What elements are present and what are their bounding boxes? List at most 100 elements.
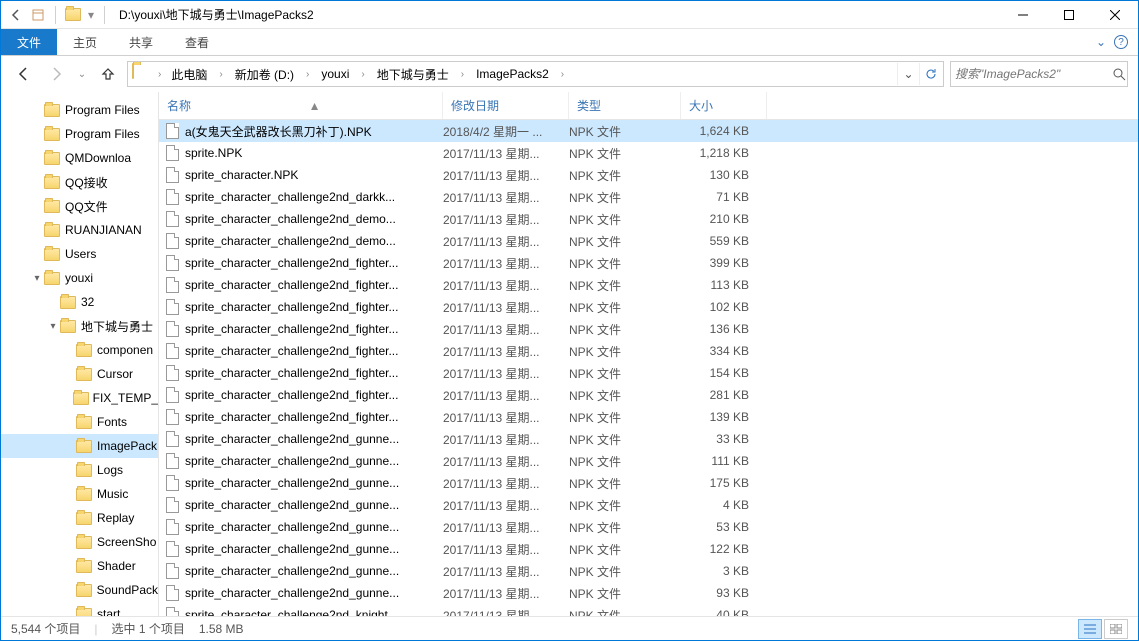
file-row[interactable]: sprite_character_challenge2nd_gunne...20… — [159, 428, 1138, 450]
nav-up-button[interactable] — [95, 61, 121, 87]
properties-icon[interactable] — [29, 6, 47, 24]
tree-item[interactable]: Users — [1, 242, 158, 266]
refresh-icon[interactable] — [919, 63, 941, 85]
help-icon[interactable]: ? — [1114, 35, 1128, 49]
chevron-right-icon[interactable]: › — [300, 69, 315, 80]
tree-item[interactable]: ImagePack — [1, 434, 158, 458]
file-row[interactable]: sprite_character.NPK2017/11/13 星期...NPK … — [159, 164, 1138, 186]
file-row[interactable]: sprite_character_challenge2nd_demo...201… — [159, 208, 1138, 230]
tab-view[interactable]: 查看 — [169, 29, 225, 55]
tree-item[interactable]: Fonts — [1, 410, 158, 434]
breadcrumb-segment[interactable]: ImagePacks2› — [470, 62, 570, 86]
chevron-right-icon[interactable]: › — [555, 69, 570, 80]
tree-item[interactable]: Program Files — [1, 98, 158, 122]
chevron-right-icon[interactable]: › — [455, 69, 470, 80]
tree-item[interactable]: ▾地下城与勇士 — [1, 314, 158, 338]
close-button[interactable] — [1092, 1, 1138, 29]
maximize-button[interactable] — [1046, 1, 1092, 29]
chevron-right-icon[interactable]: › — [355, 69, 370, 80]
address-bar[interactable]: › 此电脑›新加卷 (D:)›youxi›地下城与勇士›ImagePacks2›… — [127, 61, 944, 87]
breadcrumb-segment[interactable]: youxi› — [315, 62, 370, 86]
breadcrumb-segment[interactable]: 此电脑› — [165, 62, 228, 86]
tree-item[interactable]: Replay — [1, 506, 158, 530]
file-row[interactable]: sprite_character_challenge2nd_darkk...20… — [159, 186, 1138, 208]
tree-item[interactable]: componen — [1, 338, 158, 362]
nav-recent-button[interactable]: ⌄ — [75, 61, 89, 87]
folder-tree[interactable]: Program FilesProgram FilesQMDownloaQQ接收Q… — [1, 92, 159, 616]
folder-icon — [75, 534, 93, 550]
file-date: 2017/11/13 星期... — [443, 563, 569, 580]
file-row[interactable]: sprite_character_challenge2nd_gunne...20… — [159, 582, 1138, 604]
tree-item[interactable]: QQ文件 — [1, 194, 158, 218]
file-icon — [159, 519, 185, 535]
tree-item[interactable]: QQ接收 — [1, 170, 158, 194]
view-icons-button[interactable] — [1104, 619, 1128, 639]
file-row[interactable]: sprite_character_challenge2nd_fighter...… — [159, 340, 1138, 362]
tree-item[interactable]: RUANJIANAN — [1, 218, 158, 242]
file-type: NPK 文件 — [569, 343, 681, 360]
nav-back-button[interactable] — [11, 61, 37, 87]
tree-item[interactable]: ▾ youxi — [1, 266, 158, 290]
tree-item[interactable]: Logs — [1, 458, 158, 482]
search-icon[interactable] — [1112, 67, 1126, 81]
column-size[interactable]: 大小 — [681, 92, 767, 119]
chevron-right-icon[interactable]: › — [154, 69, 165, 80]
file-row[interactable]: sprite_character_challenge2nd_fighter...… — [159, 252, 1138, 274]
file-row[interactable]: sprite.NPK2017/11/13 星期...NPK 文件1,218 KB — [159, 142, 1138, 164]
qat-dropdown-icon[interactable]: ▾ — [86, 6, 96, 24]
tab-file[interactable]: 文件 — [1, 29, 57, 55]
search-box[interactable] — [950, 61, 1128, 87]
file-type: NPK 文件 — [569, 541, 681, 558]
file-row[interactable]: sprite_character_challenge2nd_demo...201… — [159, 230, 1138, 252]
file-row[interactable]: sprite_character_challenge2nd_fighter...… — [159, 274, 1138, 296]
tree-item[interactable]: FIX_TEMP_ — [1, 386, 158, 410]
breadcrumb-segment[interactable]: 地下城与勇士› — [371, 62, 470, 86]
file-row[interactable]: sprite_character_challenge2nd_gunne...20… — [159, 538, 1138, 560]
minimize-button[interactable] — [1000, 1, 1046, 29]
file-icon — [159, 299, 185, 315]
file-size: 1,218 KB — [681, 146, 757, 160]
tree-item[interactable]: QMDownloa — [1, 146, 158, 170]
file-row[interactable]: sprite_character_challenge2nd_fighter...… — [159, 384, 1138, 406]
file-row[interactable]: a(女鬼天全武器改长黑刀补丁).NPK2018/4/2 星期一 ...NPK 文… — [159, 120, 1138, 142]
file-icon — [159, 321, 185, 337]
file-row[interactable]: sprite_character_challenge2nd_gunne...20… — [159, 494, 1138, 516]
tree-item[interactable]: 32 — [1, 290, 158, 314]
tab-home[interactable]: 主页 — [57, 29, 113, 55]
breadcrumb-segment[interactable]: 新加卷 (D:)› — [229, 62, 316, 86]
column-name[interactable]: 名称▲ — [159, 92, 443, 119]
expand-icon[interactable]: ▾ — [47, 321, 59, 332]
file-row[interactable]: sprite_character_challenge2nd_gunne...20… — [159, 450, 1138, 472]
file-row[interactable]: sprite_character_challenge2nd_fighter...… — [159, 318, 1138, 340]
file-icon — [159, 343, 185, 359]
nav-back-small-icon[interactable] — [7, 6, 25, 24]
tree-item[interactable]: Cursor — [1, 362, 158, 386]
search-input[interactable] — [955, 67, 1112, 81]
tree-item-label: youxi — [65, 271, 93, 285]
tree-item[interactable]: Music — [1, 482, 158, 506]
tree-item[interactable]: Shader — [1, 554, 158, 578]
view-details-button[interactable] — [1078, 619, 1102, 639]
tree-item[interactable]: ScreenSho — [1, 530, 158, 554]
file-date: 2017/11/13 星期... — [443, 189, 569, 206]
file-type: NPK 文件 — [569, 585, 681, 602]
file-row[interactable]: sprite_character_challenge2nd_gunne...20… — [159, 560, 1138, 582]
file-row[interactable]: sprite_character_challenge2nd_gunne...20… — [159, 472, 1138, 494]
expand-icon[interactable]: ▾ — [31, 273, 43, 284]
chevron-right-icon[interactable]: › — [213, 69, 228, 80]
file-row[interactable]: sprite_character_challenge2nd_fighter...… — [159, 362, 1138, 384]
tab-share[interactable]: 共享 — [113, 29, 169, 55]
file-row[interactable]: sprite_character_challenge2nd_gunne...20… — [159, 516, 1138, 538]
address-dropdown-icon[interactable]: ⌄ — [897, 63, 919, 85]
tree-item[interactable]: start — [1, 602, 158, 616]
file-row[interactable]: sprite_character_challenge2nd_knight...2… — [159, 604, 1138, 616]
tree-item[interactable]: SoundPack — [1, 578, 158, 602]
column-type[interactable]: 类型 — [569, 92, 681, 119]
file-name: sprite_character_challenge2nd_gunne... — [185, 520, 443, 534]
column-date[interactable]: 修改日期 — [443, 92, 569, 119]
tree-item[interactable]: Program Files — [1, 122, 158, 146]
file-row[interactable]: sprite_character_challenge2nd_fighter...… — [159, 406, 1138, 428]
ribbon-expand-icon[interactable]: ⌄ — [1096, 35, 1106, 49]
nav-forward-button[interactable] — [43, 61, 69, 87]
file-row[interactable]: sprite_character_challenge2nd_fighter...… — [159, 296, 1138, 318]
